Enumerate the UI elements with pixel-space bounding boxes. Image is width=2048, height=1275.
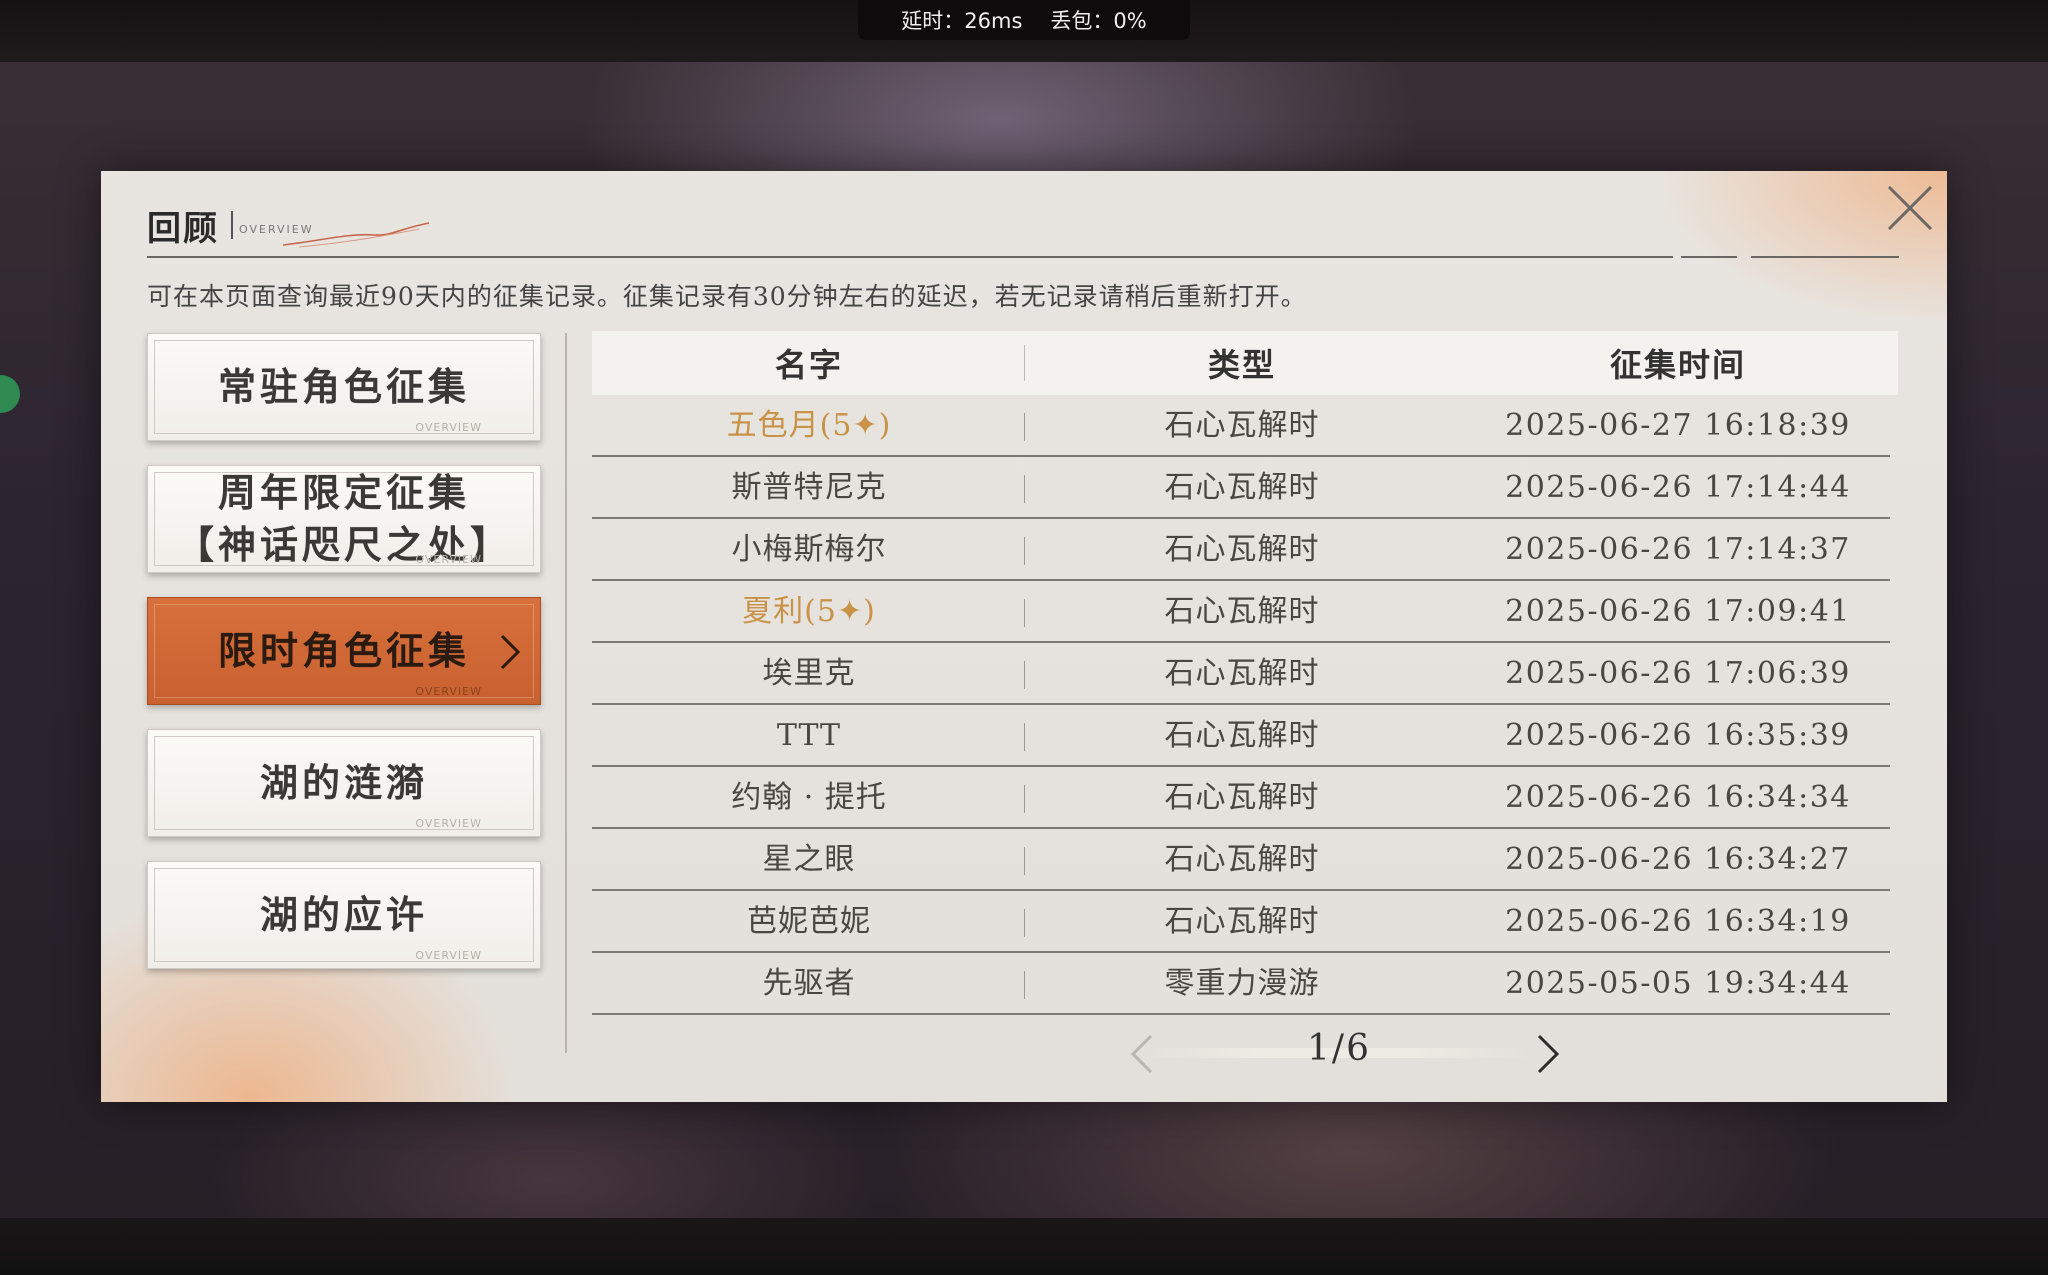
latency-text: 延时：26ms <box>901 9 1023 33</box>
panel-title: 回顾 <box>147 209 219 249</box>
cell-type: 零重力漫游 <box>1164 966 1320 1001</box>
table-row: 斯普特尼克 石心瓦解时 2025-06-26 17:14:44 <box>592 457 1890 519</box>
tab-footer: OVERVIEW <box>415 553 482 566</box>
cell-type: 石心瓦解时 <box>1164 842 1320 877</box>
close-button[interactable] <box>1885 183 1935 233</box>
row-separator <box>1024 909 1025 937</box>
network-status: 延时：26ms 丢包：0% <box>858 0 1190 40</box>
title-rule <box>147 256 1673 258</box>
cell-time: 2025-06-26 16:34:19 <box>1505 904 1851 939</box>
table-row: 小梅斯梅尔 石心瓦解时 2025-06-26 17:14:37 <box>592 519 1890 581</box>
cell-time: 2025-06-26 16:34:27 <box>1505 842 1851 877</box>
title-rule-segment <box>1751 256 1899 258</box>
table-row: TTT 石心瓦解时 2025-06-26 16:35:39 <box>592 705 1890 767</box>
prev-page-button[interactable] <box>1127 1032 1157 1076</box>
row-separator <box>1024 599 1025 627</box>
title-rule-segment <box>1681 256 1737 258</box>
cell-name: 斯普特尼克 <box>731 470 887 505</box>
tab-label: 湖的涟漪 <box>259 760 428 805</box>
notice-text: 可在本页面查询最近90天内的征集记录。征集记录有30分钟左右的延迟，若无记录请稍… <box>147 282 1307 311</box>
table-row: 约翰 · 提托 石心瓦解时 2025-06-26 16:34:34 <box>592 767 1890 829</box>
tab-limited-recruit[interactable]: 限时角色征集 OVERVIEW <box>147 597 541 705</box>
tab-footer: OVERVIEW <box>415 949 482 962</box>
cell-name: 先驱者 <box>762 966 856 1001</box>
row-separator <box>1024 661 1025 689</box>
tab-anniversary-recruit[interactable]: 周年限定征集 【神话咫尺之处】 OVERVIEW <box>147 465 541 573</box>
close-icon <box>1887 185 1933 231</box>
tab-label: 常驻角色征集 <box>217 364 470 409</box>
cell-type: 石心瓦解时 <box>1164 470 1320 505</box>
header-time: 征集时间 <box>1609 346 1746 384</box>
cell-time: 2025-06-26 17:14:37 <box>1505 532 1851 567</box>
cell-type: 石心瓦解时 <box>1164 904 1320 939</box>
table-row: 五色月(5✦) 石心瓦解时 2025-06-27 16:18:39 <box>592 395 1890 457</box>
tab-footer: OVERVIEW <box>415 685 482 698</box>
table-header: 名字 类型 征集时间 <box>592 331 1898 395</box>
title-swoosh-decoration <box>282 222 430 248</box>
next-page-button[interactable] <box>1533 1032 1563 1076</box>
cell-type: 石心瓦解时 <box>1164 718 1320 753</box>
table-row: 先驱者 零重力漫游 2025-05-05 19:34:44 <box>592 953 1890 1015</box>
cell-type: 石心瓦解时 <box>1164 656 1320 691</box>
cell-type: 石心瓦解时 <box>1164 780 1320 815</box>
chevron-right-icon <box>500 634 521 670</box>
cell-time: 2025-06-27 16:18:39 <box>1505 408 1851 443</box>
row-separator <box>1024 537 1025 565</box>
cell-type: 石心瓦解时 <box>1164 594 1320 629</box>
cell-time: 2025-06-26 17:06:39 <box>1505 656 1851 691</box>
page-indicator: 1/6 <box>1307 1028 1371 1069</box>
cell-name: 星之眼 <box>762 842 856 877</box>
cell-type: 石心瓦解时 <box>1164 532 1320 567</box>
tab-lake-ripples[interactable]: 湖的涟漪 OVERVIEW <box>147 729 541 837</box>
packet-loss-text: 丢包：0% <box>1050 9 1147 33</box>
table-row: 埃里克 石心瓦解时 2025-06-26 17:06:39 <box>592 643 1890 705</box>
tab-standard-recruit[interactable]: 常驻角色征集 OVERVIEW <box>147 333 541 441</box>
row-separator <box>1024 847 1025 875</box>
bottom-bar <box>0 1218 2048 1275</box>
cell-time: 2025-06-26 17:09:41 <box>1505 594 1851 629</box>
pagination: 1/6 <box>1119 1024 1560 1080</box>
cell-name: 约翰 · 提托 <box>731 780 887 815</box>
row-separator <box>1024 413 1025 441</box>
cell-time: 2025-06-26 16:35:39 <box>1505 718 1851 753</box>
cell-name: 夏利(5✦) <box>742 594 876 629</box>
table-row: 星之眼 石心瓦解时 2025-06-26 16:34:27 <box>592 829 1890 891</box>
row-separator <box>1024 971 1025 999</box>
row-separator <box>1024 475 1025 503</box>
tab-label: 限时角色征集 <box>217 628 470 673</box>
title-separator <box>231 211 233 239</box>
table-row: 芭妮芭妮 石心瓦解时 2025-06-26 16:34:19 <box>592 891 1890 953</box>
vertical-divider <box>565 333 567 1053</box>
cell-name: TTT <box>776 718 842 753</box>
overview-panel: 回顾 OVERVIEW 可在本页面查询最近90天内的征集记录。征集记录有30分钟… <box>101 171 1947 1102</box>
chevron-left-icon <box>1130 1034 1153 1074</box>
row-separator <box>1024 785 1025 813</box>
cell-name: 埃里克 <box>762 656 856 691</box>
table-row: 夏利(5✦) 石心瓦解时 2025-06-26 17:09:41 <box>592 581 1890 643</box>
cell-time: 2025-05-05 19:34:44 <box>1505 966 1851 1001</box>
tab-footer: OVERVIEW <box>415 817 482 830</box>
cell-name: 芭妮芭妮 <box>747 904 871 939</box>
chevron-right-icon <box>1537 1034 1560 1074</box>
tab-label: 湖的应许 <box>259 892 428 937</box>
row-separator <box>1024 723 1025 751</box>
cell-name: 小梅斯梅尔 <box>731 532 887 567</box>
cell-time: 2025-06-26 16:34:34 <box>1505 780 1851 815</box>
tab-footer: OVERVIEW <box>415 421 482 434</box>
tab-lake-promise[interactable]: 湖的应许 OVERVIEW <box>147 861 541 969</box>
header-separator <box>1024 345 1025 381</box>
cell-name: 五色月(5✦) <box>726 408 892 443</box>
cell-time: 2025-06-26 17:14:44 <box>1505 470 1851 505</box>
header-type: 类型 <box>1207 346 1276 384</box>
cell-type: 石心瓦解时 <box>1164 408 1320 443</box>
header-name: 名字 <box>774 346 843 384</box>
